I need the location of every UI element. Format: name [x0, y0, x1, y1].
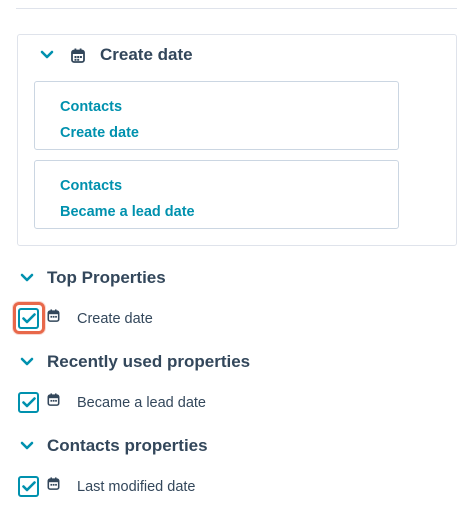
filter-card[interactable]: Contacts Became a lead date [34, 160, 399, 229]
filter-card[interactable]: Contacts Create date [34, 81, 399, 150]
section-title: Contacts properties [47, 436, 208, 455]
chevron-down-icon[interactable] [38, 46, 56, 64]
checkbox-checked[interactable] [18, 308, 39, 329]
top-divider [16, 8, 457, 9]
checkbox-checked[interactable] [18, 392, 39, 413]
filter-property-link[interactable]: Create date [60, 120, 398, 146]
calendar-icon [70, 47, 86, 63]
section-header-contacts-properties[interactable]: Contacts properties [18, 436, 208, 456]
section-header-top-properties[interactable]: Top Properties [18, 268, 166, 288]
chevron-down-icon[interactable] [18, 353, 36, 371]
property-label: Became a lead date [77, 394, 206, 411]
filter-property-link[interactable]: Became a lead date [60, 199, 398, 225]
calendar-icon [45, 476, 61, 492]
group-header[interactable]: Create date [38, 45, 193, 65]
date-group-card: Create date Contacts Create date Contact… [17, 34, 457, 246]
property-label: Last modified date [77, 478, 196, 495]
property-label: Create date [77, 310, 153, 327]
property-row-last-modified-date[interactable]: Last modified date [18, 476, 196, 497]
section-title: Top Properties [47, 268, 166, 287]
property-row-create-date[interactable]: Create date [18, 308, 153, 329]
property-row-became-lead-date[interactable]: Became a lead date [18, 392, 206, 413]
calendar-icon [45, 308, 61, 324]
chevron-down-icon[interactable] [18, 437, 36, 455]
filter-object-link[interactable]: Contacts [60, 173, 398, 199]
checkbox-checked[interactable] [18, 476, 39, 497]
group-title: Create date [100, 45, 193, 64]
filter-object-link[interactable]: Contacts [60, 94, 398, 120]
chevron-down-icon[interactable] [18, 269, 36, 287]
section-header-recently-used[interactable]: Recently used properties [18, 352, 250, 372]
section-title: Recently used properties [47, 352, 251, 371]
calendar-icon [45, 392, 61, 408]
